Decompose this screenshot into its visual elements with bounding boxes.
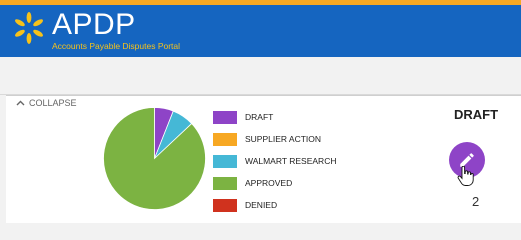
legend-swatch [213, 154, 237, 168]
legend-label: DRAFT [245, 112, 274, 122]
legend-label: DENIED [245, 200, 278, 210]
legend-item[interactable]: DRAFT [213, 106, 336, 128]
spark-icon [14, 12, 44, 44]
draft-count: 2 [472, 194, 480, 209]
legend-item[interactable]: APPROVED [213, 172, 336, 194]
legend-swatch [213, 132, 237, 146]
hand-cursor-icon [457, 166, 474, 186]
chart-legend: DRAFT SUPPLIER ACTION WALMART RESEARCH APPR… [213, 106, 336, 216]
status-title: DRAFT [454, 107, 499, 122]
legend-label: WALMART RESEARCH [245, 156, 337, 166]
legend-swatch [213, 110, 237, 124]
legend-label: APPROVED [245, 178, 293, 188]
app-header: APDP Accounts Payable Disputes Portal [0, 5, 521, 57]
legend-label: SUPPLIER ACTION [245, 134, 322, 144]
collapse-label: COLLAPSE [29, 98, 77, 108]
app-title: APDP [52, 8, 136, 41]
legend-swatch [213, 176, 237, 190]
app-subtitle: Accounts Payable Disputes Portal [52, 41, 181, 51]
legend-item[interactable]: SUPPLIER ACTION [213, 128, 336, 150]
legend-item[interactable]: DENIED [213, 194, 336, 216]
legend-item[interactable]: WALMART RESEARCH [213, 150, 336, 172]
app: APDP Accounts Payable Disputes Portal CO… [0, 0, 521, 223]
toolbar-band [0, 57, 521, 95]
status-pie-chart [103, 107, 206, 210]
collapse-toggle[interactable]: COLLAPSE [16, 98, 77, 108]
legend-swatch [213, 198, 237, 212]
dispute-summary-card: COLLAPSE DRAFT SUPPLIER ACTION WALMART RES… [6, 95, 521, 223]
chevron-up-icon [16, 100, 25, 106]
